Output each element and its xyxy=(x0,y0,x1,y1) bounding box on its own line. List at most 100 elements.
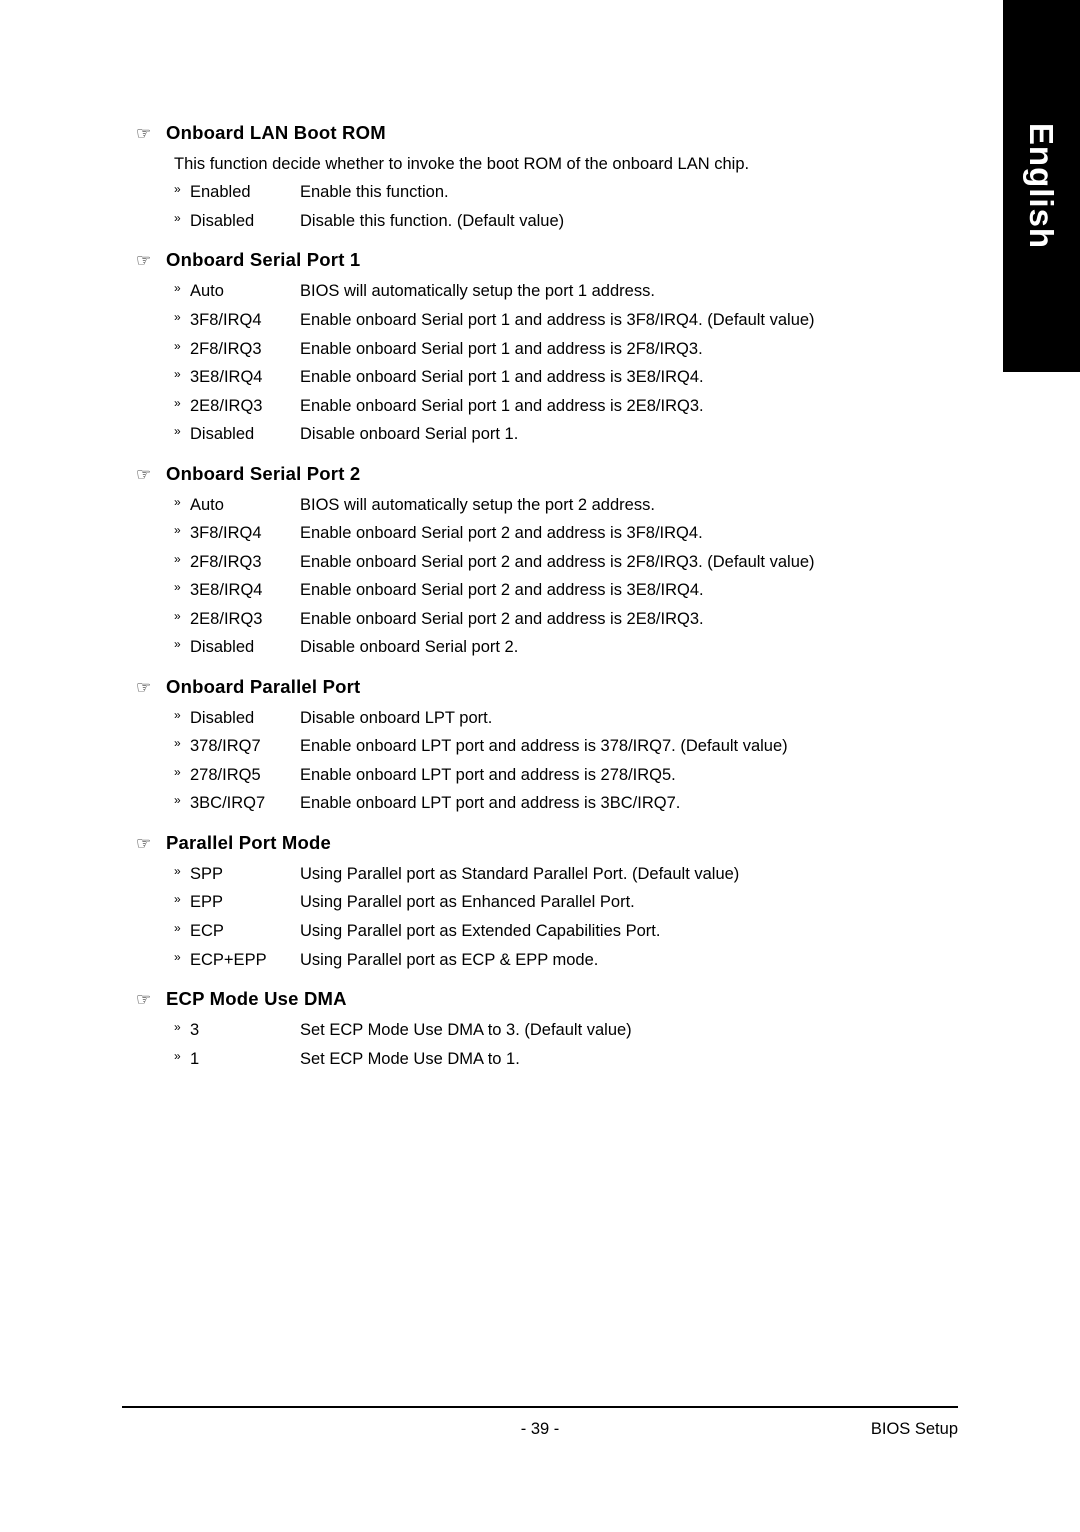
option-row: » Auto BIOS will automatically setup the p… xyxy=(174,277,966,306)
language-side-tab-label: English xyxy=(1023,122,1061,250)
option-row: » 3 Set ECP Mode Use DMA to 3. (Default va… xyxy=(174,1016,966,1045)
double-arrow-icon: » xyxy=(174,281,181,296)
double-arrow-icon: » xyxy=(174,921,181,935)
option-description: Using Parallel port as Standard Parallel… xyxy=(300,864,740,883)
double-arrow-icon: » xyxy=(174,736,181,751)
option-value: 3E8/IRQ4 xyxy=(190,581,263,600)
option-row: » 3E8/IRQ4 Enable onboard Serial port 1 an… xyxy=(174,363,966,392)
option-value: 3 xyxy=(190,1021,200,1040)
option-value: 1 xyxy=(190,1049,200,1068)
option-row: » 2E8/IRQ3 Enable onboard Serial port 2 an… xyxy=(174,605,966,634)
option-value: Disabled xyxy=(190,638,255,657)
option-description: Set ECP Mode Use DMA to 3. (Default valu… xyxy=(300,1021,632,1040)
option-description: Enable onboard Serial port 2 and address… xyxy=(300,581,704,600)
double-arrow-icon: » xyxy=(174,367,181,382)
option-value: 3BC/IRQ7 xyxy=(190,794,266,813)
double-arrow-icon: » xyxy=(174,210,181,225)
language-side-tab: English xyxy=(1003,0,1080,372)
double-arrow-icon: » xyxy=(174,494,181,509)
option-description: Enable onboard Serial port 1 and address… xyxy=(300,396,704,415)
option-row: » 278/IRQ5 Enable onboard LPT port and add… xyxy=(174,761,966,790)
option-row: » 3BC/IRQ7 Enable onboard LPT port and add… xyxy=(174,789,966,818)
section-heading: ☞ Onboard Parallel Port xyxy=(136,676,966,698)
option-description: Enable onboard LPT port and address is 2… xyxy=(300,765,676,784)
double-arrow-icon: » xyxy=(174,764,181,779)
double-arrow-icon: » xyxy=(174,580,181,595)
option-value: 3E8/IRQ4 xyxy=(190,368,263,387)
option-row: » 2E8/IRQ3 Enable onboard Serial port 1 an… xyxy=(174,392,966,421)
option-description: Enable onboard Serial port 2 and address… xyxy=(300,552,815,571)
option-value: 3F8/IRQ4 xyxy=(190,310,262,329)
document-page: English ☞ Onboard LAN Boot ROM This functi… xyxy=(0,0,1080,1532)
double-arrow-icon: » xyxy=(174,707,181,722)
document-content: ☞ Onboard LAN Boot ROM This function decid… xyxy=(136,108,966,1075)
option-description: BIOS will automatically setup the port 1… xyxy=(300,282,655,301)
option-value: Auto xyxy=(190,495,224,514)
section-heading: ☞ Onboard LAN Boot ROM xyxy=(136,122,966,144)
option-row: » Enabled Enable this function. xyxy=(174,178,966,207)
pointing-hand-icon: ☞ xyxy=(136,124,152,143)
double-arrow-icon: » xyxy=(174,338,181,353)
section-heading: ☞ Parallel Port Mode xyxy=(136,832,966,854)
option-value: SPP xyxy=(190,864,224,883)
bios-option-section: ☞ ECP Mode Use DMA » 3 Set ECP Mode Use DMA … xyxy=(136,988,966,1073)
pointing-hand-icon: ☞ xyxy=(136,464,152,484)
option-value: Auto xyxy=(190,282,224,301)
bios-option-section: ☞ Onboard Parallel Port » Disabled Disable o… xyxy=(136,676,966,818)
double-arrow-icon: » xyxy=(174,1020,181,1035)
option-row: » 3E8/IRQ4 Enable onboard Serial port 2 an… xyxy=(174,576,966,605)
bios-option-section: ☞ Onboard Serial Port 1 » Auto BIOS will aut… xyxy=(136,249,966,448)
option-value: Disabled xyxy=(190,425,255,444)
option-description: Disable onboard Serial port 2. xyxy=(300,638,519,657)
double-arrow-icon: » xyxy=(174,309,181,324)
option-value: Disabled xyxy=(190,708,255,727)
option-row: » 1 Set ECP Mode Use DMA to 1. xyxy=(174,1045,966,1074)
option-description: Disable this function. (Default value) xyxy=(300,211,565,230)
bios-option-section: ☞ Onboard Serial Port 2 » Auto BIOS will aut… xyxy=(136,463,966,662)
option-value: 278/IRQ5 xyxy=(190,765,261,784)
double-arrow-icon: » xyxy=(174,1048,181,1063)
double-arrow-icon: » xyxy=(174,949,181,964)
option-description: Enable onboard Serial port 1 and address… xyxy=(300,310,815,329)
option-row: » SPP Using Parallel port as Standard Para… xyxy=(174,860,966,889)
option-value: 2E8/IRQ3 xyxy=(190,396,263,415)
option-value: ECP+EPP xyxy=(190,950,267,969)
option-value: ECP xyxy=(190,922,224,940)
option-value: 2F8/IRQ3 xyxy=(190,552,262,571)
pointing-hand-icon: ☞ xyxy=(136,251,152,271)
option-description: Enable onboard Serial port 1 and address… xyxy=(300,339,703,358)
section-title: Onboard LAN Boot ROM xyxy=(166,122,386,143)
option-value: 378/IRQ7 xyxy=(190,737,261,756)
section-heading: ☞ Onboard Serial Port 1 xyxy=(136,249,966,271)
option-value: 2E8/IRQ3 xyxy=(190,609,263,628)
option-description: Enable onboard LPT port and address is 3… xyxy=(300,794,681,813)
double-arrow-icon: » xyxy=(174,892,181,907)
option-description: Using Parallel port as Enhanced Parallel… xyxy=(300,893,635,912)
bios-option-section: ☞ Parallel Port Mode » SPP Using Parallel po… xyxy=(136,832,966,974)
section-title: Onboard Serial Port 2 xyxy=(166,462,361,484)
pointing-hand-icon: ☞ xyxy=(136,833,152,853)
option-description: BIOS will automatically setup the port 2… xyxy=(300,495,655,514)
option-description: Using Parallel port as ECP & EPP mode. xyxy=(300,950,599,969)
option-row: » Disabled Disable onboard Serial port 1. xyxy=(174,420,966,449)
option-value: 3F8/IRQ4 xyxy=(190,524,262,543)
option-description: Disable onboard Serial port 1. xyxy=(300,425,519,444)
option-row: » Disabled Disable onboard LPT port. xyxy=(174,704,966,733)
section-description: This function decide whether to invoke t… xyxy=(174,155,750,173)
option-value: Enabled xyxy=(190,183,251,202)
option-row: » 2F8/IRQ3 Enable onboard Serial port 1 an… xyxy=(174,335,966,364)
footer-divider xyxy=(122,1406,958,1408)
option-description: Enable onboard Serial port 2 and address… xyxy=(300,609,704,628)
option-description: Enable onboard LPT port and address is 3… xyxy=(300,737,788,756)
option-description: Enable onboard Serial port 1 and address… xyxy=(300,368,704,387)
section-title: Onboard Parallel Port xyxy=(166,675,361,697)
option-description: Set ECP Mode Use DMA to 1. xyxy=(300,1049,520,1068)
double-arrow-icon: » xyxy=(174,424,181,439)
option-value: EPP xyxy=(190,893,224,912)
double-arrow-icon: » xyxy=(174,182,181,197)
option-value: Disabled xyxy=(190,211,255,230)
option-value: 2F8/IRQ3 xyxy=(190,339,262,358)
option-row: » EPP Using Parallel port as Enhanced Para… xyxy=(174,888,966,917)
bios-option-section: ☞ Onboard LAN Boot ROM This function decid… xyxy=(136,122,966,235)
double-arrow-icon: » xyxy=(174,863,181,878)
